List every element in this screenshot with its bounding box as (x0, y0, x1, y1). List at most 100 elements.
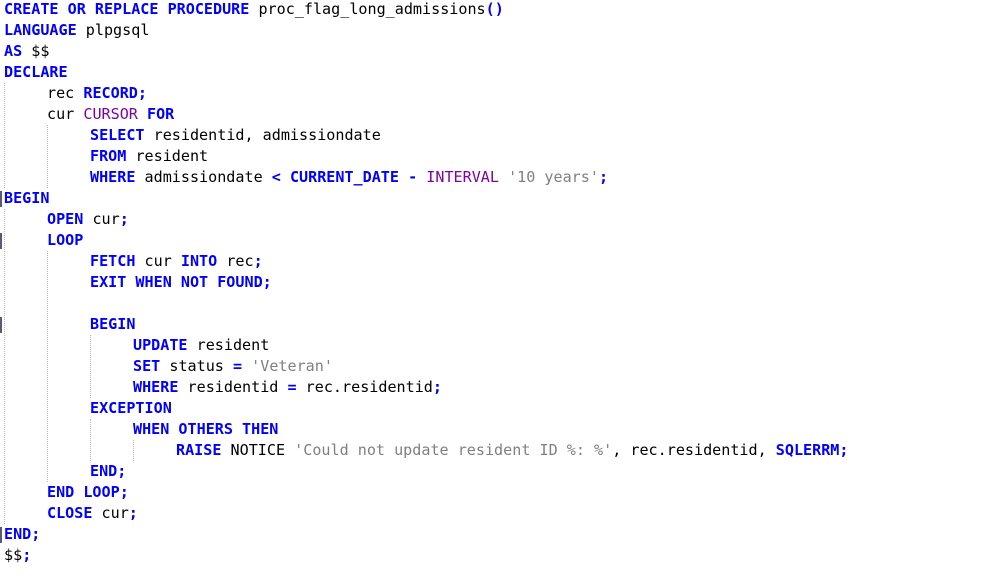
code-token: cur (83, 210, 120, 228)
code-token: admissiondate (135, 168, 272, 186)
code-token: UPDATE (133, 336, 188, 354)
code-token: ; (262, 273, 272, 291)
code-line-27[interactable]: $$; (4, 545, 31, 566)
code-token: CURSOR (83, 105, 138, 123)
code-token: () (485, 0, 504, 18)
code-token: $$ (4, 546, 23, 564)
code-line-25[interactable]: CLOSE cur; (47, 503, 138, 524)
code-token: WHERE (133, 378, 179, 396)
code-line-10[interactable]: BEGIN (4, 188, 49, 209)
code-line-21[interactable]: WHEN OTHERS THEN (133, 419, 278, 440)
code-line-24[interactable]: END LOOP; (47, 482, 129, 503)
code-token: END LOOP (47, 483, 120, 501)
code-token: cur (47, 105, 84, 123)
gutter-marker[interactable] (0, 317, 2, 333)
code-token: WHEN OTHERS THEN (133, 420, 279, 438)
code-line-13[interactable]: FETCH cur INTO rec; (90, 251, 263, 272)
code-token: LOOP (47, 231, 84, 249)
code-token: END (4, 525, 32, 543)
code-line-8[interactable]: FROM resident (90, 146, 208, 167)
code-token: ; (253, 252, 263, 270)
code-token: resident (126, 147, 209, 165)
code-token: INTO (180, 252, 218, 270)
code-token: NOTICE (221, 441, 295, 459)
code-token: DECLARE (4, 63, 68, 81)
code-token: cur (135, 252, 181, 270)
code-token: OPEN (47, 210, 84, 228)
code-token: ; (119, 210, 129, 228)
code-token: FROM (90, 147, 127, 165)
code-line-14[interactable]: EXIT WHEN NOT FOUND; (90, 272, 272, 293)
code-line-7[interactable]: SELECT residentid, admissiondate (90, 125, 381, 146)
code-line-2[interactable]: LANGUAGE plpgsql (4, 20, 149, 41)
code-token: ; (432, 378, 442, 396)
code-token: 'Could not update resident ID %: %' (294, 441, 613, 459)
code-line-17[interactable]: UPDATE resident (133, 335, 269, 356)
code-token: CURRENT_DATE (289, 168, 399, 186)
code-token: < (271, 168, 281, 186)
code-token: = (287, 378, 297, 396)
code-line-19[interactable]: WHERE residentid = rec.residentid; (133, 377, 442, 398)
code-token: SET (133, 357, 161, 375)
code-token: ; (31, 525, 41, 543)
code-token: LANGUAGE (4, 21, 77, 39)
code-line-6[interactable]: cur CURSOR FOR (47, 104, 174, 125)
code-token: EXIT WHEN NOT FOUND (90, 273, 263, 291)
gutter-marker[interactable] (0, 191, 2, 207)
code-token: rec (217, 252, 254, 270)
code-line-11[interactable]: OPEN cur; (47, 209, 129, 230)
code-token: SQLERRM (775, 441, 840, 459)
code-token: ; (137, 84, 147, 102)
code-token: WHERE (90, 168, 136, 186)
code-token: $$ (22, 42, 50, 60)
code-token: ; (598, 168, 609, 186)
gutter-marker[interactable] (0, 527, 2, 543)
code-line-26[interactable]: END; (4, 524, 40, 545)
code-token: , rec.residentid, (612, 441, 776, 459)
code-token: resident (187, 336, 270, 354)
code-token: CREATE OR REPLACE PROCEDURE (4, 0, 250, 18)
code-token: BEGIN (4, 189, 50, 207)
code-line-4[interactable]: DECLARE (4, 62, 68, 83)
indent-guide (90, 419, 91, 461)
code-line-3[interactable]: AS $$ (4, 41, 49, 62)
code-line-16[interactable]: BEGIN (90, 314, 135, 335)
code-token: rec (47, 84, 84, 102)
code-line-1[interactable]: CREATE OR REPLACE PROCEDURE proc_flag_lo… (4, 0, 504, 20)
code-line-5[interactable]: rec RECORD; (47, 83, 147, 104)
code-token: BEGIN (90, 315, 136, 333)
code-token: '10 years' (508, 168, 599, 186)
code-token: ; (119, 483, 129, 501)
code-line-22[interactable]: RAISE NOTICE 'Could not update resident … (176, 440, 849, 461)
code-line-9[interactable]: WHERE admissiondate < CURRENT_DATE - INT… (90, 167, 608, 188)
code-token: 'Veteran' (251, 357, 333, 375)
code-token: ; (22, 546, 32, 564)
sql-code-editor[interactable]: CREATE OR REPLACE PROCEDURE proc_flag_lo… (0, 0, 1005, 576)
indent-guide (133, 440, 134, 461)
code-token: FETCH (90, 252, 136, 270)
code-token: cur (92, 504, 129, 522)
code-token: rec.residentid (296, 378, 433, 396)
indent-guide (4, 209, 5, 524)
code-token: residentid (178, 378, 288, 396)
gutter-marker[interactable] (0, 233, 2, 249)
code-token: status (160, 357, 233, 375)
code-token: RECORD (83, 84, 138, 102)
code-line-18[interactable]: SET status = 'Veteran' (133, 356, 333, 377)
code-token: - (408, 168, 418, 186)
code-line-23[interactable]: END; (90, 461, 126, 482)
code-token: ; (117, 462, 127, 480)
code-token: proc_flag_long_admissions (249, 0, 486, 18)
code-token: INTERVAL (426, 168, 499, 186)
code-line-12[interactable]: LOOP (47, 230, 83, 251)
code-token: AS (4, 42, 23, 60)
code-token: = (232, 357, 243, 375)
code-token: SELECT (90, 126, 145, 144)
code-token: plpgsql (76, 21, 150, 39)
code-line-20[interactable]: EXCEPTION (90, 398, 172, 419)
